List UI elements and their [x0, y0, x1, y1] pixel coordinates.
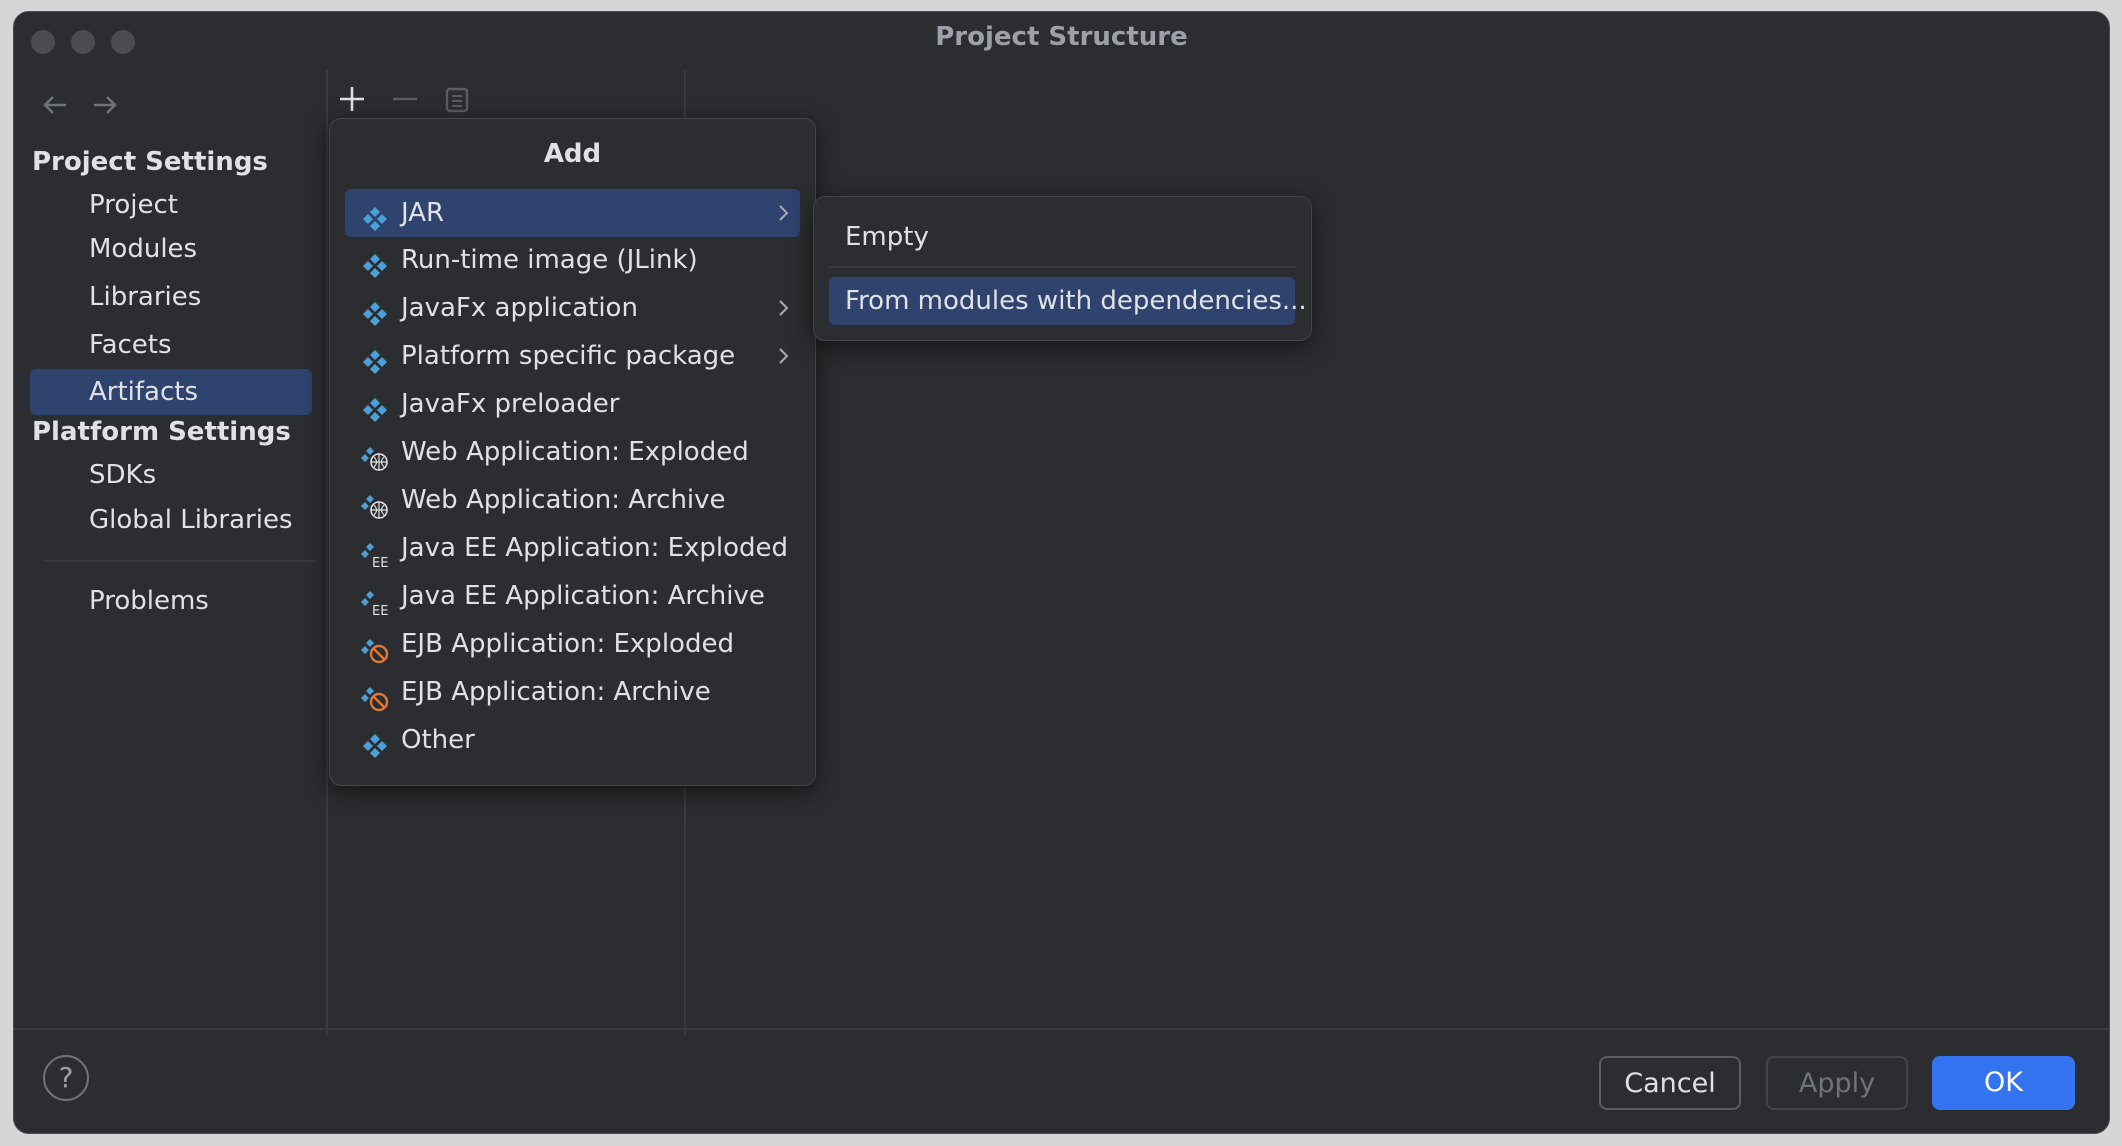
- minus-icon[interactable]: [390, 84, 420, 120]
- artifact-icon: [361, 344, 389, 374]
- artifact-icon: [361, 728, 389, 758]
- menu-item-ejb-application-archive[interactable]: EJB Application: Archive: [345, 668, 800, 716]
- menu-item-javafx-preloader[interactable]: JavaFx preloader: [345, 380, 800, 428]
- sidebar-divider: [44, 560, 316, 562]
- artifact-icon: [361, 201, 389, 231]
- submenu-item-empty[interactable]: Empty: [829, 213, 1295, 261]
- ejb-artifact-icon: [361, 680, 389, 712]
- svg-text:EE: EE: [372, 604, 388, 616]
- menu-item-run-time-image-jlink[interactable]: Run-time image (JLink): [345, 236, 800, 284]
- javaee-artifact-icon: EE: [361, 584, 389, 619]
- web-artifact-icon: [361, 440, 389, 471]
- menu-item-java-ee-application-archive[interactable]: EE Java EE Application: Archive: [345, 572, 800, 620]
- javaee-artifact-icon: EE: [361, 536, 389, 571]
- menu-item-label: EJB Application: Archive: [401, 677, 711, 707]
- cancel-button[interactable]: Cancel: [1599, 1056, 1741, 1110]
- sidebar-item-project[interactable]: Project: [89, 182, 178, 228]
- copy-icon[interactable]: [444, 84, 470, 120]
- sidebar-item-problems[interactable]: Problems: [89, 578, 209, 624]
- project-settings-header: Project Settings: [32, 147, 268, 177]
- svg-text:EE: EE: [372, 556, 388, 568]
- sidebar-item-sdks[interactable]: SDKs: [89, 452, 156, 498]
- menu-item-jar[interactable]: JAR: [345, 189, 800, 237]
- ejb-artifact-icon: [361, 632, 389, 664]
- menu-item-label: Run-time image (JLink): [401, 245, 698, 275]
- sidebar-item-libraries[interactable]: Libraries: [89, 274, 201, 320]
- sidebar-item-modules[interactable]: Modules: [89, 226, 197, 272]
- add-popup-title: Add: [543, 139, 602, 169]
- menu-item-javafx-application[interactable]: JavaFx application: [345, 284, 800, 332]
- project-structure-dialog: Project Structure Project Settings Proje…: [13, 11, 2110, 1134]
- platform-settings-header: Platform Settings: [32, 417, 291, 447]
- menu-item-web-application-archive[interactable]: Web Application: Archive: [345, 476, 800, 524]
- menu-item-label: Web Application: Archive: [401, 485, 726, 515]
- submenu-divider: [829, 266, 1295, 268]
- menu-item-label: JavaFx preloader: [401, 389, 620, 419]
- artifact-icon: [361, 248, 389, 278]
- add-popup: Add JAR Run-time image (JLink) JavaFx appl…: [329, 118, 816, 786]
- footer-divider: [14, 1028, 2109, 1030]
- sidebar-item-facets[interactable]: Facets: [89, 322, 172, 368]
- menu-item-web-application-exploded[interactable]: Web Application: Exploded: [345, 428, 800, 476]
- sidebar-item-global-libraries[interactable]: Global Libraries: [89, 497, 293, 543]
- menu-item-other[interactable]: Other: [345, 716, 800, 764]
- forward-arrow-icon[interactable]: [90, 90, 120, 128]
- jar-submenu: Empty From modules with dependencies...: [813, 196, 1312, 341]
- help-button[interactable]: ?: [43, 1055, 89, 1101]
- artifact-icon: [361, 296, 389, 326]
- artifact-icon: [361, 392, 389, 422]
- menu-item-java-ee-application-exploded[interactable]: EE Java EE Application: Exploded: [345, 524, 800, 572]
- back-arrow-icon[interactable]: [40, 90, 70, 128]
- menu-item-label: EJB Application: Exploded: [401, 629, 734, 659]
- menu-item-label: Platform specific package: [401, 341, 736, 371]
- menu-item-label: Web Application: Exploded: [401, 437, 749, 467]
- menu-item-label: JAR: [401, 198, 445, 228]
- submenu-item-from-modules[interactable]: From modules with dependencies...: [829, 277, 1307, 325]
- apply-button[interactable]: Apply: [1766, 1056, 1908, 1110]
- menu-item-label: JavaFx application: [401, 293, 638, 323]
- sidebar-item-artifacts[interactable]: Artifacts: [30, 369, 312, 415]
- menu-item-label: Other: [401, 725, 475, 755]
- ok-button[interactable]: OK: [1932, 1056, 2075, 1110]
- title-bar: Project Structure: [14, 12, 2109, 66]
- window-title: Project Structure: [935, 22, 1188, 52]
- menu-item-ejb-application-exploded[interactable]: EJB Application: Exploded: [345, 620, 800, 668]
- plus-icon[interactable]: [337, 84, 367, 120]
- menu-item-label: Java EE Application: Exploded: [401, 533, 789, 563]
- web-artifact-icon: [361, 488, 389, 519]
- menu-item-label: Java EE Application: Archive: [401, 581, 765, 611]
- sidebar-splitter[interactable]: [326, 70, 328, 1036]
- menu-item-platform-specific-package[interactable]: Platform specific package: [345, 332, 800, 380]
